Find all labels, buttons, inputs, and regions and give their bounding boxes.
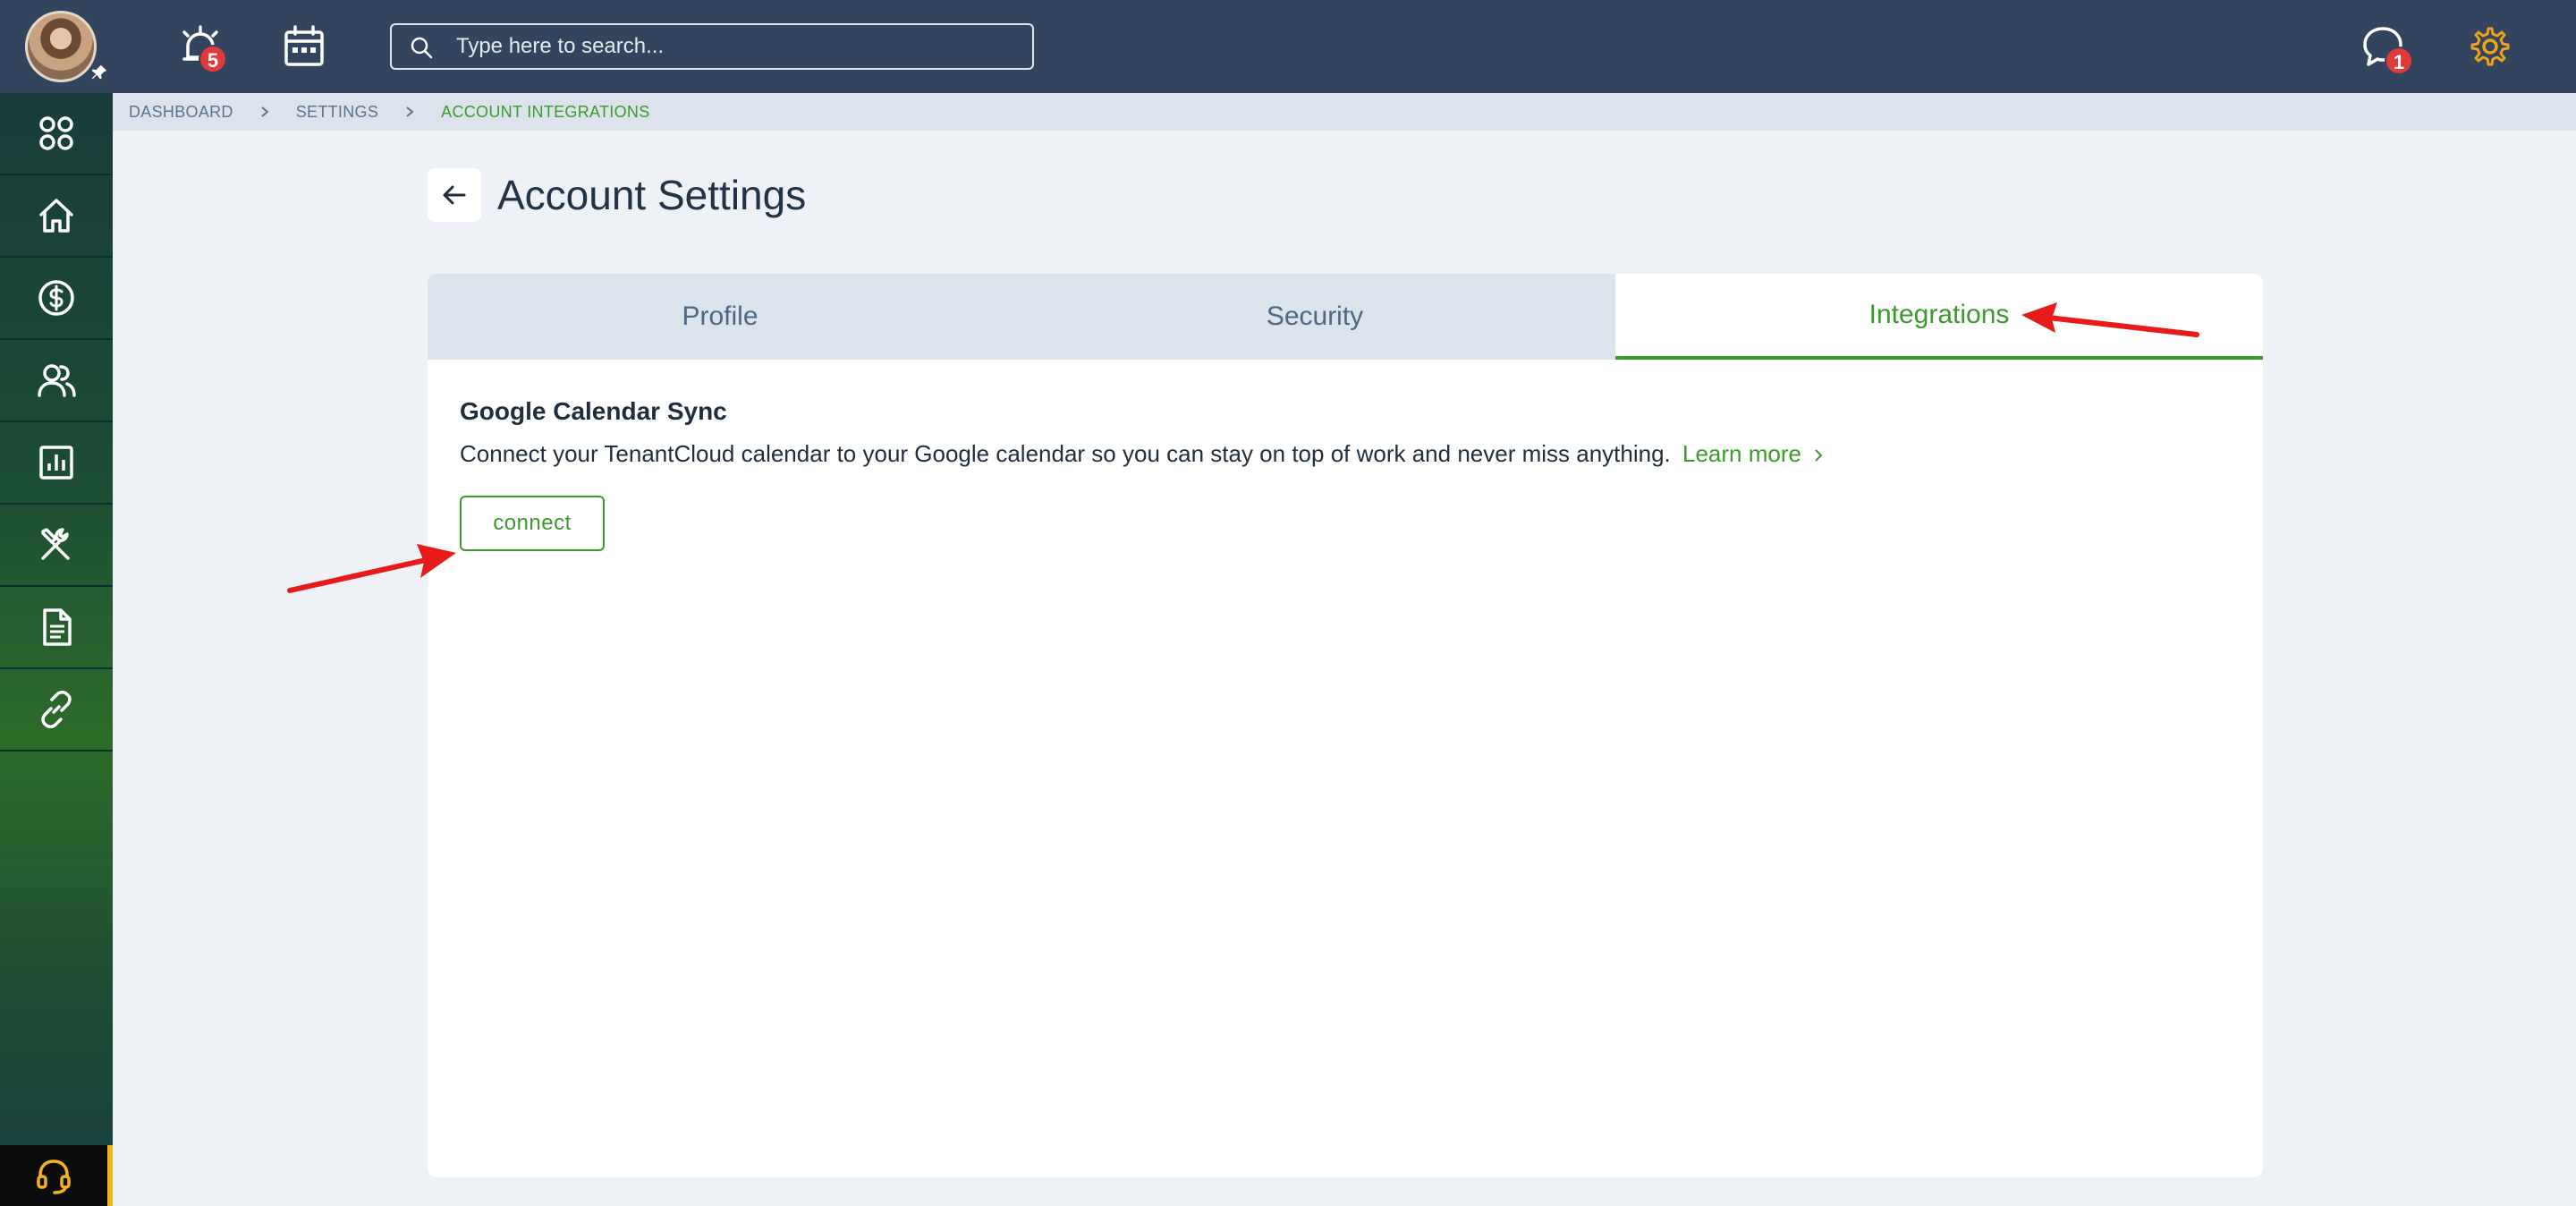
user-avatar[interactable] xyxy=(25,11,97,82)
learn-more-label: Learn more xyxy=(1682,440,1801,467)
integration-description-line: Connect your TenantCloud calendar to you… xyxy=(460,440,1826,468)
chevron-right-icon xyxy=(1815,449,1823,462)
messages-badge: 1 xyxy=(2385,47,2413,75)
dollar-icon xyxy=(38,280,74,316)
users-icon xyxy=(38,364,76,397)
sidebar-item-apps[interactable] xyxy=(0,93,113,175)
support-button[interactable] xyxy=(0,1145,113,1206)
messages-button[interactable]: 1 xyxy=(2358,21,2413,75)
link-icon xyxy=(41,691,72,728)
headset-icon xyxy=(37,1159,71,1194)
chevron-right-icon xyxy=(406,106,414,117)
search-box[interactable] xyxy=(390,23,1034,70)
learn-more-link[interactable]: Learn more xyxy=(1682,440,1826,467)
search-input[interactable] xyxy=(456,25,1011,68)
settings-card: Profile Security Integrations Google Cal… xyxy=(428,274,2263,1177)
sidebar-item-documents[interactable] xyxy=(0,587,113,669)
document-icon xyxy=(43,608,72,646)
tools-icon xyxy=(41,528,70,560)
sidebar-item-integrations[interactable] xyxy=(0,669,113,752)
sidebar xyxy=(0,93,113,1206)
sidebar-item-reports[interactable] xyxy=(0,422,113,505)
sidebar-item-users[interactable] xyxy=(0,340,113,422)
breadcrumb-dashboard[interactable]: DASHBOARD xyxy=(129,103,233,122)
sidebar-item-home[interactable] xyxy=(0,175,113,258)
sidebar-item-finance[interactable] xyxy=(0,258,113,340)
pin-icon[interactable] xyxy=(89,63,109,82)
connect-button[interactable]: connect xyxy=(460,496,605,551)
calendar-icon[interactable] xyxy=(279,21,329,72)
top-bar: 5 1 xyxy=(0,0,2576,93)
apps-icon xyxy=(39,116,73,150)
tab-security[interactable]: Security xyxy=(1013,274,1617,360)
tab-profile[interactable]: Profile xyxy=(428,274,1013,360)
integration-description: Connect your TenantCloud calendar to you… xyxy=(460,440,1671,467)
page-title: Account Settings xyxy=(497,172,807,218)
chevron-right-icon xyxy=(261,106,269,117)
alerts-badge: 5 xyxy=(199,45,227,73)
search-icon xyxy=(411,37,433,59)
home-icon xyxy=(39,199,73,233)
breadcrumb: DASHBOARD SETTINGS ACCOUNT INTEGRATIONS xyxy=(113,93,2576,131)
tab-integrations[interactable]: Integrations xyxy=(1615,274,2263,360)
alerts-button[interactable]: 5 xyxy=(175,21,227,73)
integration-title: Google Calendar Sync xyxy=(460,397,727,425)
breadcrumb-account-integrations: ACCOUNT INTEGRATIONS xyxy=(441,102,650,121)
gear-icon[interactable] xyxy=(2465,21,2515,72)
sidebar-item-maintenance[interactable] xyxy=(0,505,113,587)
arrow-left-icon xyxy=(443,185,466,205)
reports-icon xyxy=(39,446,73,480)
breadcrumb-settings[interactable]: SETTINGS xyxy=(296,103,378,122)
back-button[interactable] xyxy=(428,168,481,222)
tab-bar: Profile Security Integrations xyxy=(428,274,2263,360)
